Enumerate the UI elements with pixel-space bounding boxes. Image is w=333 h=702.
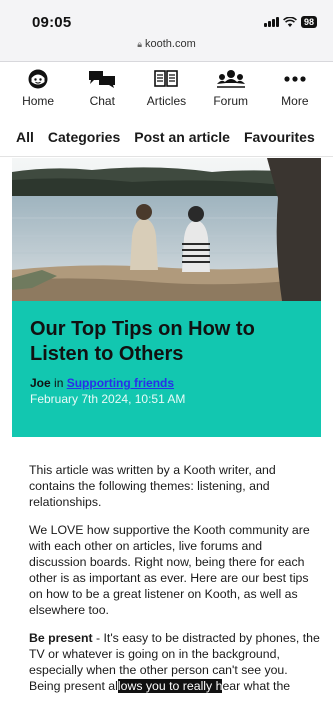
articles-icon [151, 68, 181, 90]
status-bar: 09:05 98 🔒︎ kooth.com [0, 0, 333, 62]
address-bar[interactable]: 🔒︎ kooth.com [0, 38, 333, 50]
article-body: This article was written by a Kooth writ… [29, 462, 321, 702]
chat-bubbles-icon [87, 68, 117, 90]
nav-home[interactable]: Home [8, 62, 68, 114]
article-paragraph: We LOVE how supportive the Kooth communi… [29, 523, 310, 617]
nav-label: Forum [213, 94, 248, 108]
nav-forum[interactable]: Forum [201, 62, 261, 114]
lock-icon: 🔒︎ [137, 39, 143, 49]
signal-icon [263, 17, 279, 27]
main-nav: Home Chat Articles Forum More [0, 62, 333, 114]
system-indicators: 98 [263, 16, 317, 28]
nav-more[interactable]: More [265, 62, 325, 114]
url-text: kooth.com [145, 38, 196, 50]
nav-label: More [281, 94, 309, 108]
subnav-favourites[interactable]: Favourites [244, 129, 315, 145]
home-avatar-icon [23, 68, 53, 90]
more-dots-icon [280, 68, 310, 90]
category-link[interactable]: Supporting friends [67, 376, 174, 390]
nav-chat[interactable]: Chat [72, 62, 132, 114]
publish-date: February 7th 2024, 10:51 AM [30, 392, 186, 406]
author-name: Joe [30, 376, 51, 390]
byline-in: in [54, 376, 64, 390]
nav-label: Articles [146, 94, 187, 108]
selected-text[interactable]: lows you to really h [117, 679, 223, 693]
clock: 09:05 [32, 14, 72, 31]
article-subnav: All Categories Post an article Favourite… [0, 117, 333, 157]
nav-label: Chat [89, 94, 115, 108]
nav-label: Home [22, 94, 55, 108]
cutoff-line: Being present allows you to really hear … [29, 679, 290, 693]
article-tip: Be present - It's easy to be distracted … [29, 630, 321, 694]
article-header: Our Top Tips on How to Listen to Others … [12, 301, 321, 437]
cutoff-start: Being present al [29, 679, 118, 693]
article-title: Our Top Tips on How to Listen to Others [30, 318, 255, 365]
battery-icon: 98 [300, 16, 317, 28]
tip-heading: Be present [29, 631, 93, 645]
cutoff-end: ear what the [222, 679, 291, 693]
hero-image [12, 158, 321, 301]
article-paragraph: This article was written by a Kooth writ… [29, 463, 276, 509]
subnav-categories[interactable]: Categories [48, 129, 120, 145]
subnav-post-article[interactable]: Post an article [134, 129, 230, 145]
subnav-all[interactable]: All [16, 129, 34, 145]
nav-articles[interactable]: Articles [136, 62, 196, 114]
forum-people-icon [216, 68, 246, 90]
wifi-icon [283, 16, 297, 28]
byline: Joe in Supporting friends [30, 376, 303, 390]
